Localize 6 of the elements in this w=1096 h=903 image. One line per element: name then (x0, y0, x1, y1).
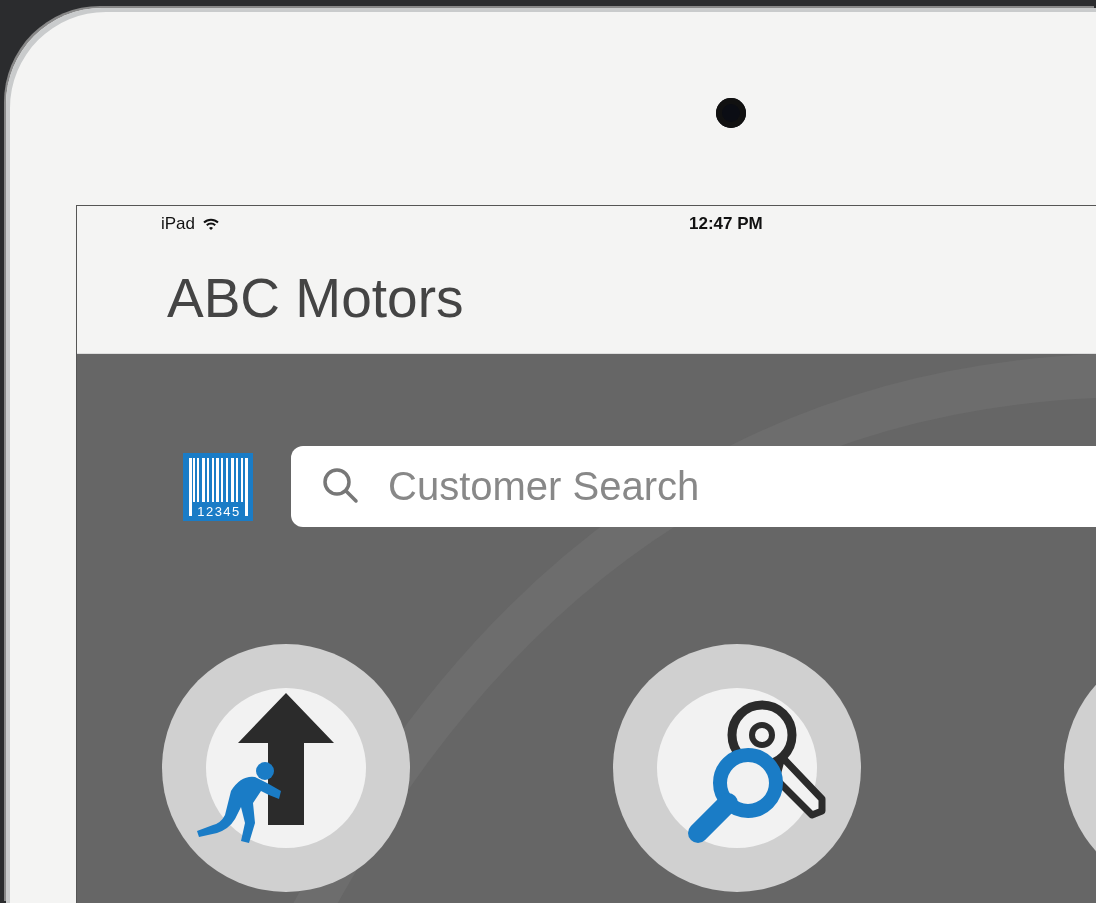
app-title: ABC Motors (167, 265, 464, 330)
search-field[interactable]: Customer Search (291, 446, 1096, 527)
carrier-label: iPad (161, 214, 196, 234)
barcode-icon[interactable]: 12345 (183, 452, 253, 521)
status-time: 12:47 PM (689, 214, 763, 234)
camera-icon (716, 98, 746, 128)
